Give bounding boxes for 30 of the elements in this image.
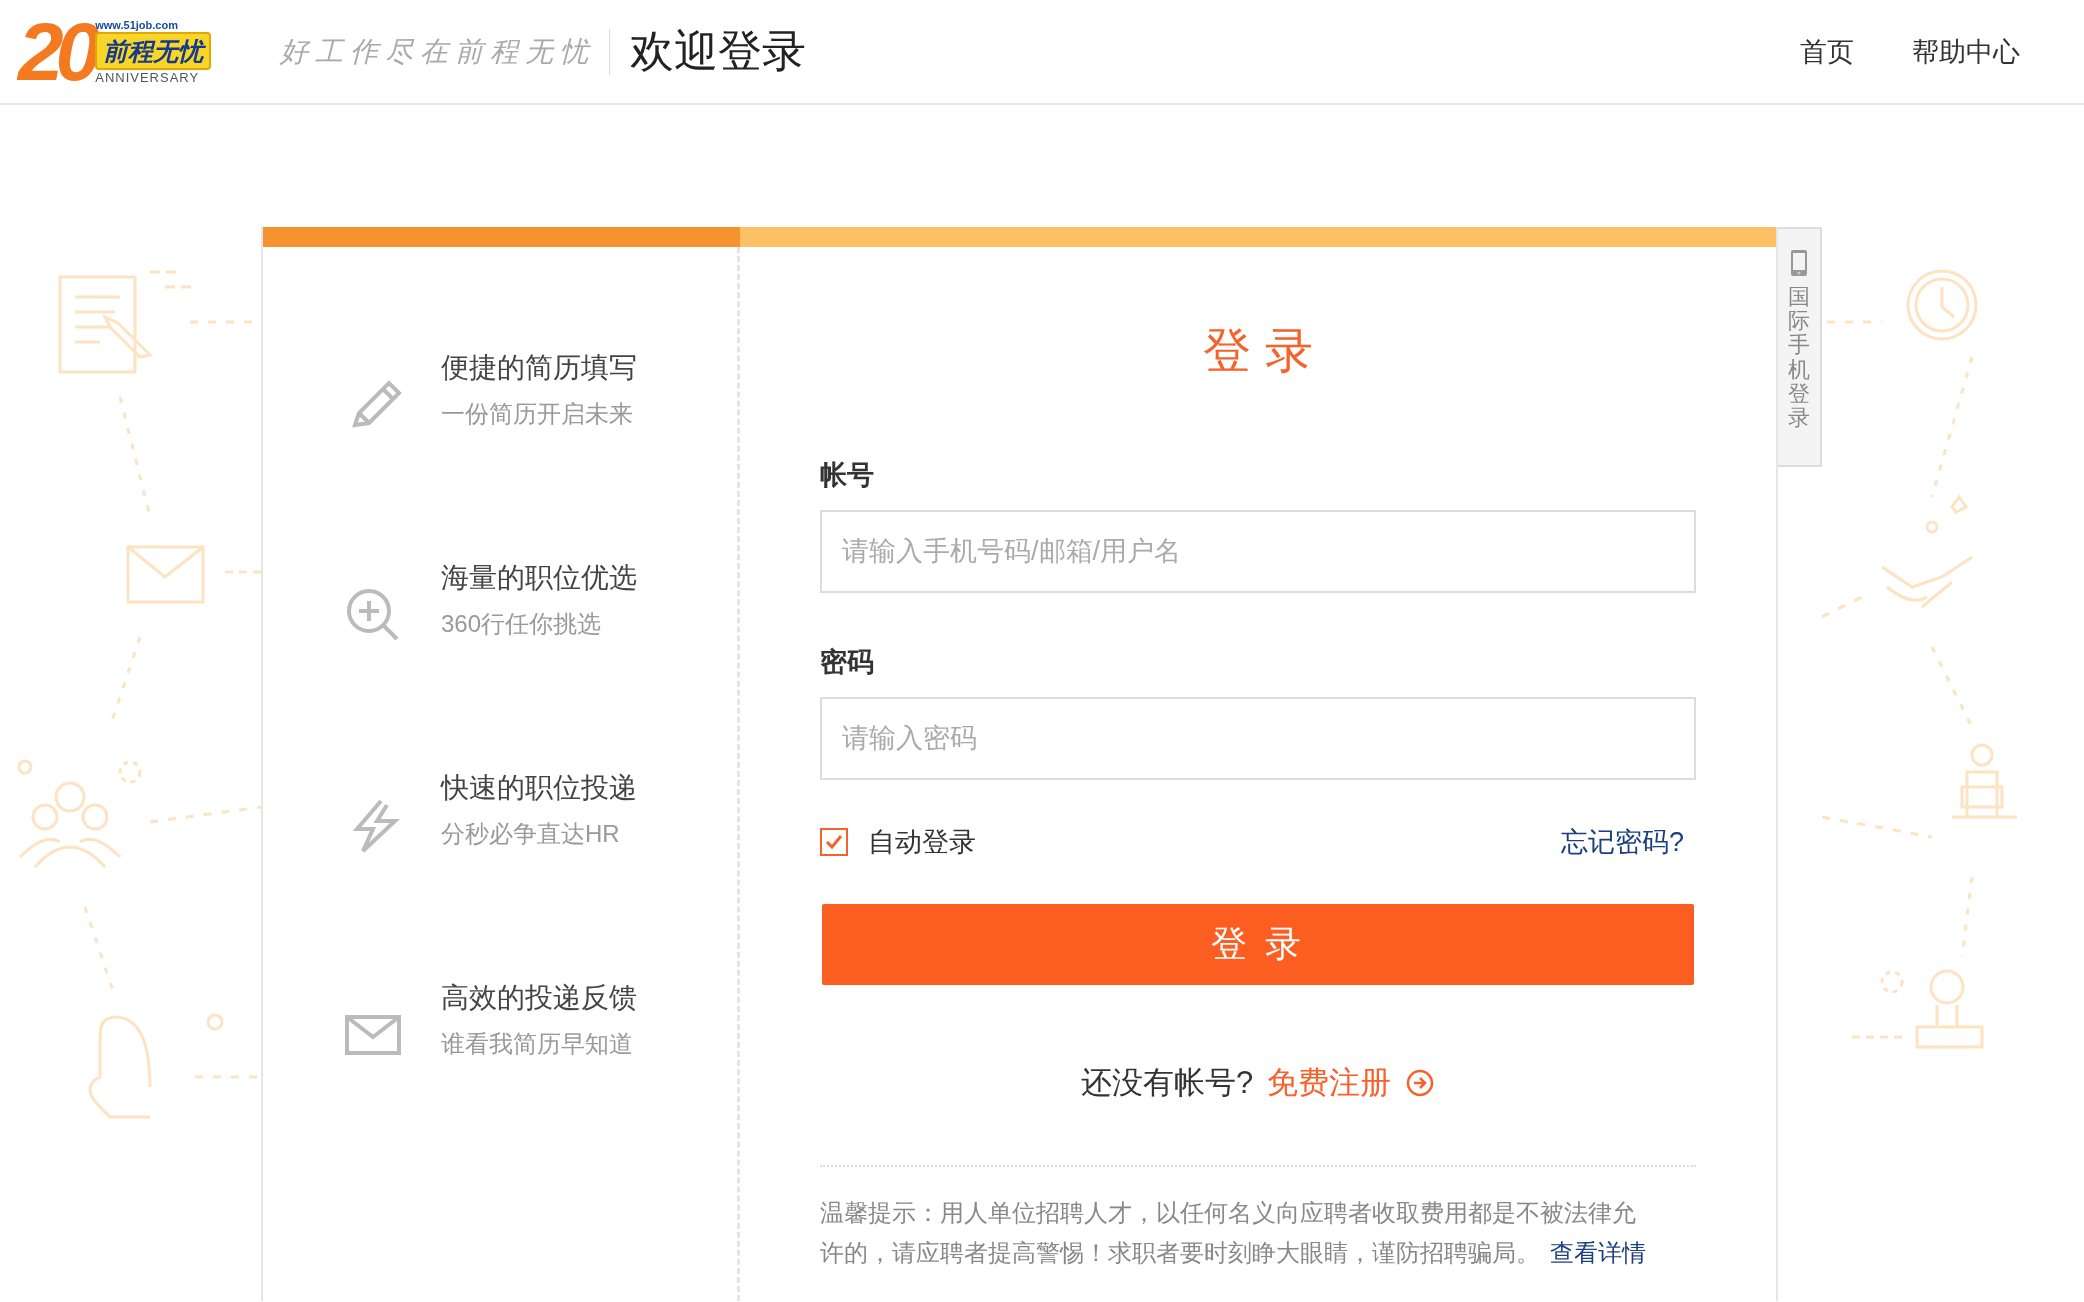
feature-subtitle: 分秒必争直达HR bbox=[441, 819, 621, 849]
field-label: 密码 bbox=[820, 646, 874, 679]
arrow-circle-icon[interactable] bbox=[1405, 1068, 1436, 1098]
input-field[interactable]: 请输入手机号码/邮箱/用户名 bbox=[820, 510, 1696, 593]
feature-title: 快速的职位投递 bbox=[441, 771, 637, 805]
forgot-password-link[interactable]: 忘记密码? bbox=[1560, 824, 1684, 860]
field-label: 帐号 bbox=[820, 459, 874, 492]
feature-subtitle: 360行任你挑选 bbox=[441, 609, 603, 639]
notice-text: 温馨提示：用人单位招聘人才，以任何名义向应聘者收取费用都是不被法律允许的，请应聘者提高警惕！求职者要时刻睁大眼睛，谨防招聘骗局。 查看详情 bbox=[820, 1198, 1647, 1268]
checkbox[interactable] bbox=[820, 828, 848, 856]
feature-subtitle: 谁看我简历早知道 bbox=[441, 1029, 634, 1059]
feature-title: 高效的投递反馈 bbox=[441, 981, 637, 1015]
nav-link[interactable]: 首页 bbox=[1800, 33, 1854, 70]
page-title: 欢迎登录 bbox=[630, 25, 806, 77]
phone-icon bbox=[1790, 249, 1808, 277]
logo-url: www.51job.com bbox=[95, 17, 178, 32]
feature-title: 便捷的简历填写 bbox=[441, 351, 637, 385]
input-field[interactable]: 请输入密码 bbox=[820, 697, 1696, 780]
feature-subtitle: 一份简历开启未来 bbox=[441, 399, 634, 429]
feature-title: 海量的职位优选 bbox=[441, 561, 637, 595]
logo-number: 20 bbox=[18, 10, 94, 93]
details-link[interactable]: 查看详情 bbox=[1550, 1239, 1646, 1266]
logo-tagline: ANNIVERSARY bbox=[95, 69, 200, 86]
register-prompt: 还没有帐号? bbox=[1080, 1064, 1254, 1102]
check-icon bbox=[824, 832, 844, 852]
checkbox-label: 自动登录 bbox=[868, 826, 976, 859]
login-title: 登 录 bbox=[1203, 323, 1313, 379]
slogan: 好工作尽在前程无忧 bbox=[280, 33, 595, 70]
logo-badge: 前程无忧 bbox=[95, 31, 212, 70]
nav-link[interactable]: 帮助中心 bbox=[1912, 33, 2020, 70]
